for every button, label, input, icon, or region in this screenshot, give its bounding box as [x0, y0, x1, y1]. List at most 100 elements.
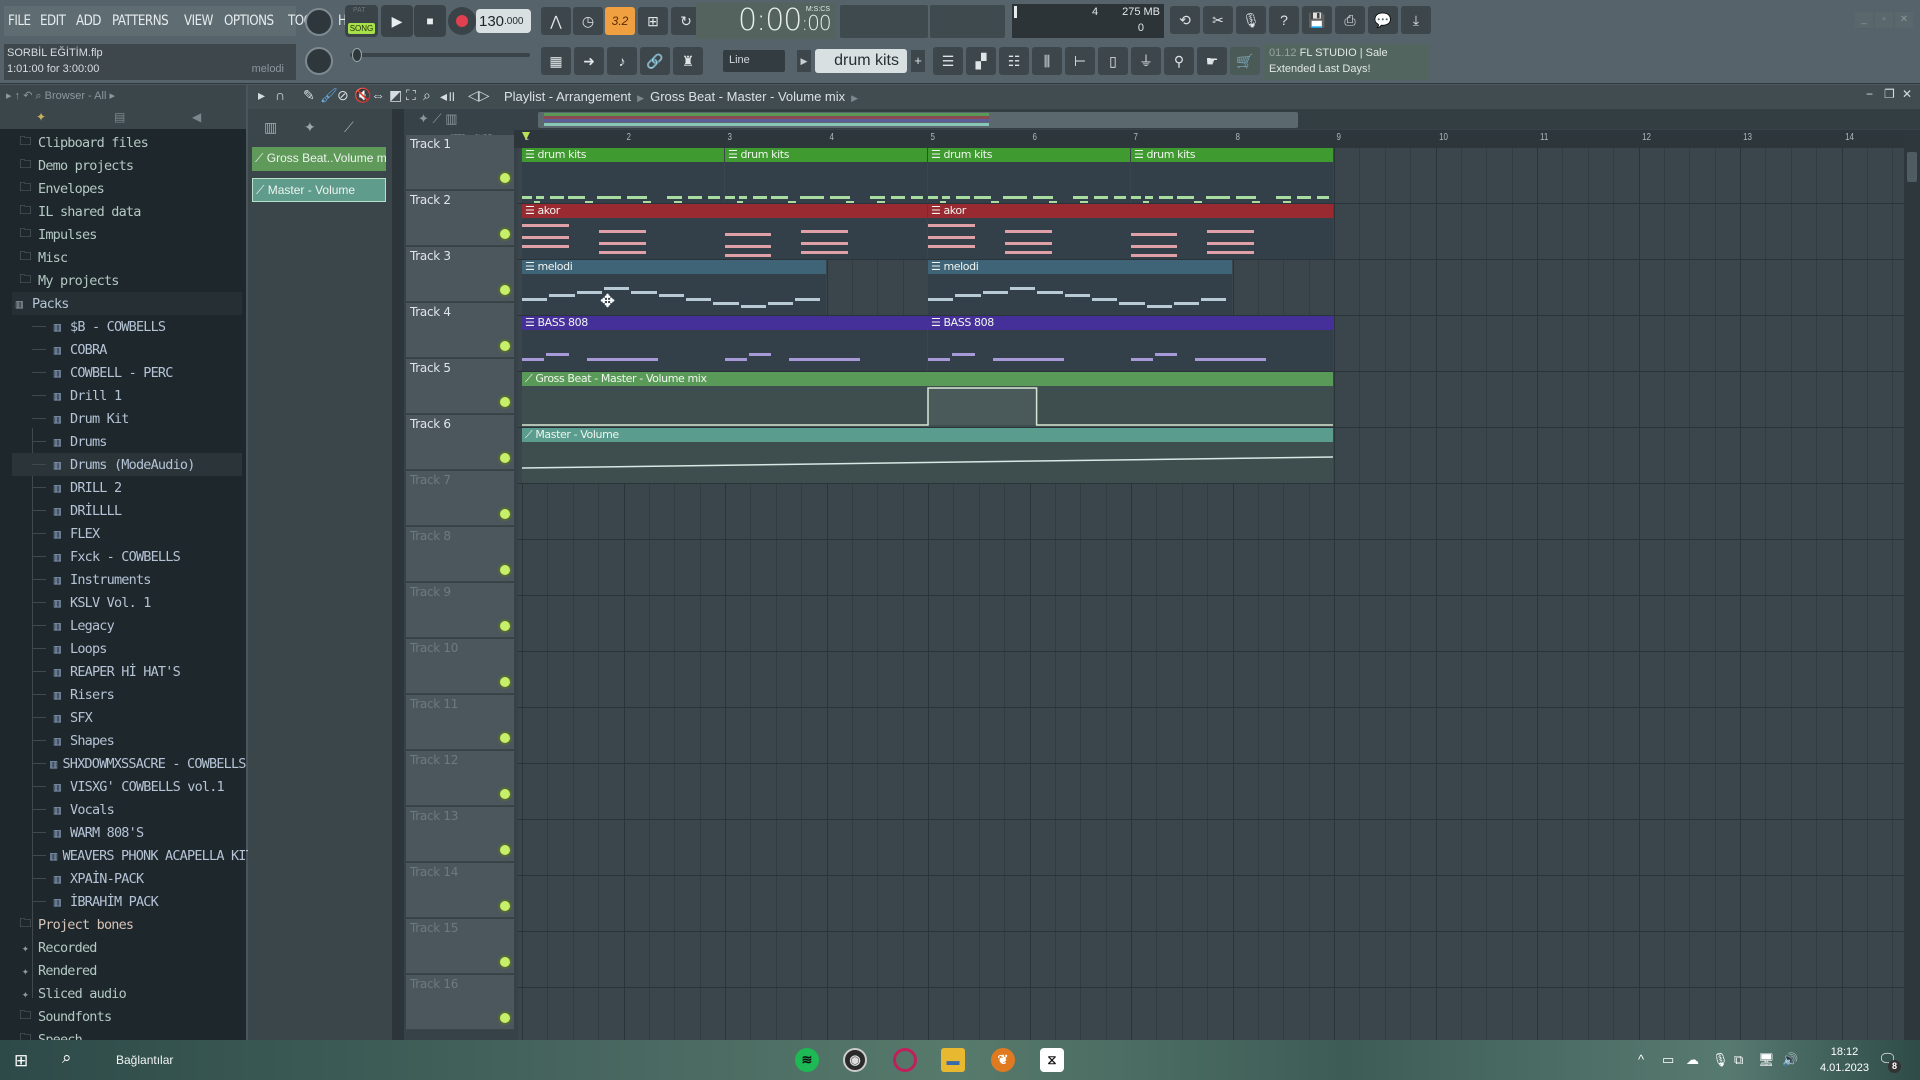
links-toolbar[interactable]: Bağlantılar	[116, 1053, 173, 1067]
notification-center-icon[interactable]: 🗨 8	[1878, 1050, 1901, 1073]
wait-for-input-button[interactable]: ◷	[573, 7, 603, 35]
track-header[interactable]: Track 3	[406, 247, 514, 302]
track-mute-led[interactable]	[500, 453, 510, 463]
playlist-clip[interactable]: ☰ drum kits	[725, 148, 927, 203]
browser-item[interactable]: ▥ Instruments	[12, 568, 242, 591]
clip-header[interactable]: ☰ melodi	[522, 260, 826, 274]
online-button[interactable]: ☛	[1197, 47, 1227, 75]
browser-item[interactable]: ▥ Packs	[12, 292, 242, 315]
playlist-clip[interactable]: ☰ melodi	[928, 260, 1232, 315]
track-header[interactable]: Track 10	[406, 639, 514, 694]
main-slider[interactable]	[350, 53, 530, 57]
playlist-clip[interactable]: ☰ drum kits	[1131, 148, 1333, 203]
snap-select[interactable]: Line	[723, 50, 785, 72]
pattern-filter-icon[interactable]: ▥	[264, 119, 277, 136]
track-header[interactable]: Track 6	[406, 415, 514, 470]
feedback-button[interactable]: 💬	[1368, 6, 1398, 34]
spotify-icon[interactable]: ≋	[795, 1048, 819, 1072]
cut-audio-button[interactable]: ✂	[1203, 6, 1233, 34]
clip-header[interactable]: ☰ drum kits	[725, 148, 927, 162]
automation-filter-icon[interactable]: ⟋	[344, 119, 354, 136]
playlist-clip[interactable]: ☰ drum kits	[522, 148, 724, 203]
pattern-view-icon[interactable]: ▥	[445, 111, 457, 126]
pattern-prev-button[interactable]: ▶	[797, 50, 811, 72]
overview-thumb[interactable]	[538, 112, 1298, 128]
windows-start-icon[interactable]: ⊞	[14, 1051, 28, 1071]
file-explorer-icon[interactable]: ▬	[941, 1048, 965, 1072]
playlist-minimize-button[interactable]: −	[1866, 87, 1873, 101]
countdown-button[interactable]: 3.2	[605, 7, 635, 35]
track-mute-led[interactable]	[500, 789, 510, 799]
playlist-clip[interactable]: ☰ akor	[928, 204, 1333, 259]
browser-item[interactable]: ▥ WEAVERS PHONK ACAPELLA KIT	[12, 844, 254, 867]
search-icon[interactable]: ⌕	[62, 1048, 72, 1068]
playlist-button[interactable]: ▦	[541, 47, 571, 75]
automation-line[interactable]	[522, 387, 1333, 426]
browser-item[interactable]: ▥ Drum Kit	[12, 407, 242, 430]
scroll-arrows-icon[interactable]: ◁▷	[468, 87, 490, 104]
track-mute-led[interactable]	[500, 901, 510, 911]
menu-file[interactable]: FILE	[8, 13, 31, 29]
opera-gx-icon[interactable]	[893, 1048, 917, 1072]
track-header[interactable]: Track 2	[406, 191, 514, 246]
track-mute-led[interactable]	[500, 957, 510, 967]
camera-icon[interactable]: ▭	[1662, 1052, 1674, 1068]
browser-item[interactable]: ▥ KSLV Vol. 1	[12, 591, 242, 614]
project-button[interactable]: ▯	[1098, 47, 1128, 75]
mixer-button[interactable]: ⫼	[1032, 47, 1062, 75]
clip-header[interactable]: ☰ BASS 808	[928, 316, 1333, 330]
pencil-icon[interactable]: ✎	[303, 87, 315, 104]
arrangement-grid[interactable]: ☰ drum kits ☰ drum kits ☰ drum kits ☰ drum kits…	[518, 148, 1904, 1040]
browser-item[interactable]: 🗀 Demo projects	[12, 154, 242, 177]
playlist-menu-arrow[interactable]: ▸	[258, 87, 265, 104]
vertical-scrollbar[interactable]	[1904, 130, 1920, 1040]
select-tool-icon[interactable]: ⛶	[406, 87, 416, 104]
browser-item[interactable]: ✦ Sliced audio	[12, 982, 242, 1005]
browser-item[interactable]: ✦ Rendered	[12, 959, 242, 982]
main-slider-handle[interactable]	[352, 48, 362, 62]
clip-header[interactable]: ⟋ Master - Volume	[522, 428, 1333, 442]
zoom-tool-icon[interactable]: ⌕	[423, 87, 431, 104]
master-pitch-knob[interactable]	[305, 47, 333, 75]
clip-header[interactable]: ☰ BASS 808	[522, 316, 927, 330]
browser-item[interactable]: 🗀 My projects	[12, 269, 242, 292]
clip-header[interactable]: ☰ drum kits	[928, 148, 1130, 162]
clip-header[interactable]: ⟋ Gross Beat - Master - Volume mix	[522, 372, 1333, 386]
step-edit-button[interactable]: ⊞	[638, 7, 668, 35]
track-mute-led[interactable]	[500, 733, 510, 743]
system-clock[interactable]: 18:12 4.01.2023	[1820, 1044, 1869, 1076]
track-header[interactable]: Track 13	[406, 807, 514, 862]
breadcrumb-playlist[interactable]: Playlist - Arrangement	[504, 89, 631, 104]
track-header[interactable]: Track 16	[406, 975, 514, 1030]
playlist-clip[interactable]: ☰ melodi	[522, 260, 826, 315]
record-audio-button[interactable]: 🎙	[1236, 6, 1266, 34]
browser-item[interactable]: ▥ DRILL 2	[12, 476, 242, 499]
menu-add[interactable]: ADD	[76, 13, 101, 29]
piano-roll-button[interactable]: ▞	[966, 47, 996, 75]
browser-item[interactable]: ▥ Legacy	[12, 614, 242, 637]
browser-item[interactable]: ▥ Drums	[12, 430, 242, 453]
track-header[interactable]: Track 5	[406, 359, 514, 414]
browser-item[interactable]: ▥ COWBELL - PERC	[12, 361, 242, 384]
browser-item[interactable]: 🗀 Misc	[12, 246, 242, 269]
browser-item[interactable]: ▥ Vocals	[12, 798, 242, 821]
clip-header[interactable]: ☰ melodi	[928, 260, 1232, 274]
picker-clip[interactable]: ⟋ Gross Beat..Volume mix	[252, 147, 386, 171]
menu-edit[interactable]: EDIT	[40, 13, 66, 29]
browser-item[interactable]: ▥ Drill 1	[12, 384, 242, 407]
microphone-tray-icon[interactable]: 🎙	[1712, 1052, 1729, 1068]
automation-view-icon[interactable]: ⟋	[433, 111, 442, 126]
browser-item[interactable]: ▥ Risers	[12, 683, 242, 706]
playlist-clip[interactable]: ☰ BASS 808	[522, 316, 927, 371]
playlist-window-button[interactable]: ☰	[933, 47, 963, 75]
track-mute-led[interactable]	[500, 397, 510, 407]
browser-item[interactable]: ▥ SFX	[12, 706, 242, 729]
track-header[interactable]: Track 4	[406, 303, 514, 358]
browser-item[interactable]: ▥ Shapes	[12, 729, 242, 752]
playlist-clip[interactable]: ☰ akor	[522, 204, 927, 259]
maximize-button[interactable]: ▫	[1875, 12, 1893, 28]
tempo-field[interactable]: 130.000	[476, 9, 531, 33]
record-button[interactable]	[448, 7, 476, 35]
news-panel[interactable]: 01.12 FL STUDIO | Sale Extended Last Day…	[1264, 44, 1429, 80]
track-header[interactable]: Track 12	[406, 751, 514, 806]
